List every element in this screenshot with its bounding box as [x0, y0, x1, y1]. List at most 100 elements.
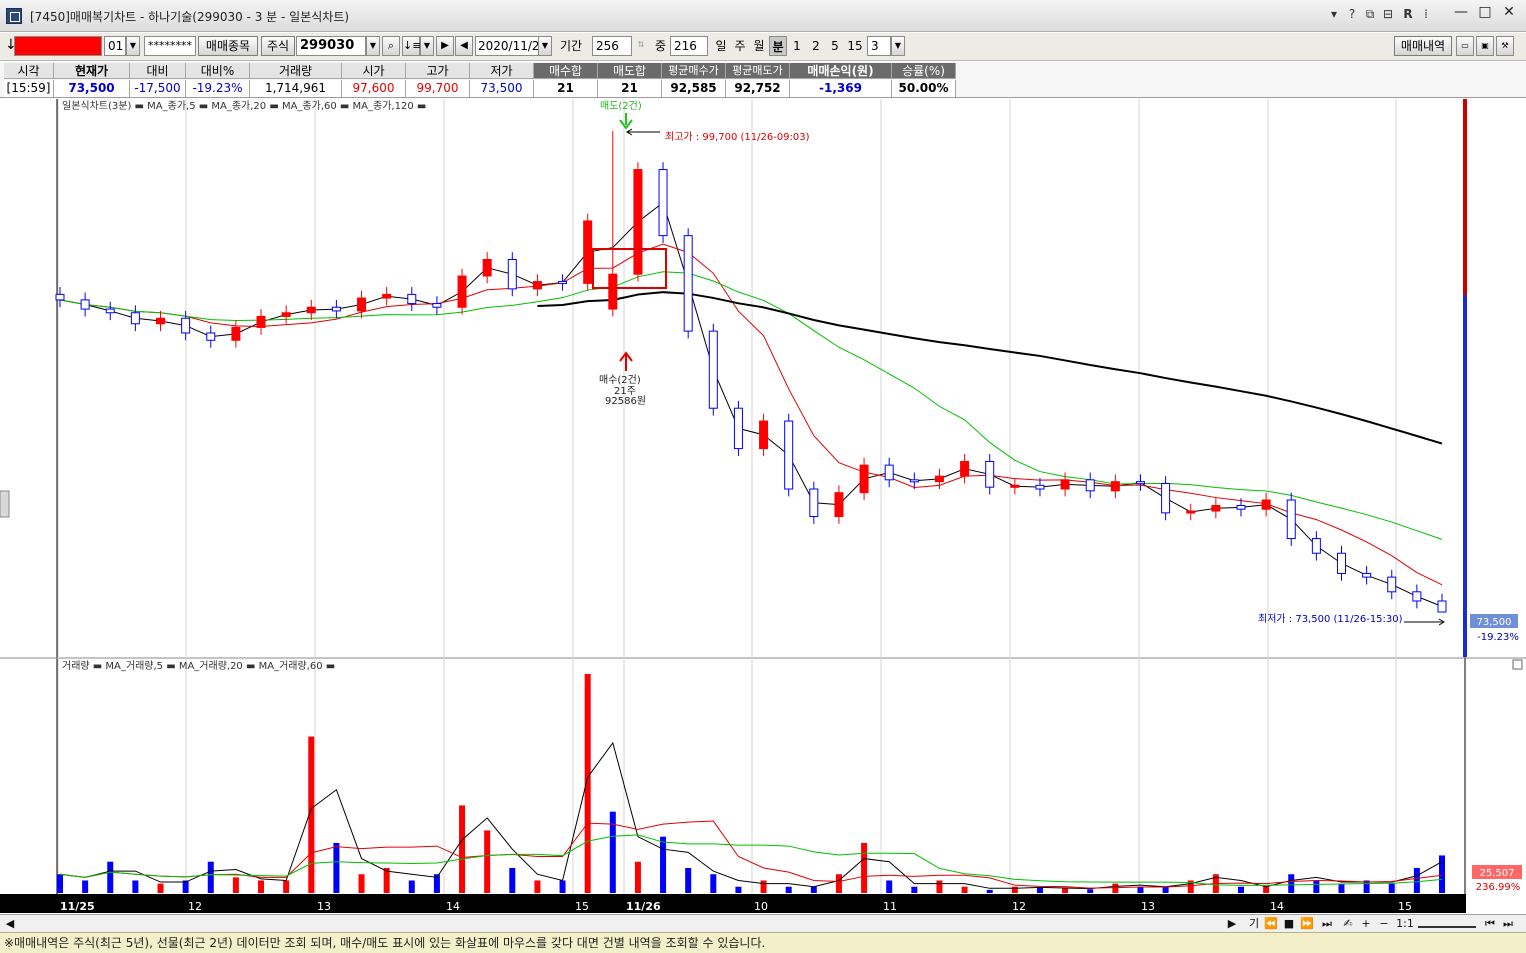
zoom-in-icon[interactable]: + — [1360, 916, 1372, 932]
code-input[interactable]: 299030 — [296, 36, 366, 56]
volume-bar — [634, 861, 641, 893]
value-change: -17,500 — [130, 80, 186, 97]
account-dropdown[interactable]: ▼ — [126, 36, 140, 56]
candle-body — [357, 297, 367, 312]
volume-bar — [283, 880, 290, 893]
date-dropdown[interactable]: ▼ — [538, 36, 552, 56]
header-high: 고가 — [406, 63, 470, 79]
volume-bar — [132, 880, 139, 893]
volume-bar — [1439, 855, 1445, 893]
volume-bar — [559, 880, 566, 893]
minimize-button[interactable]: — — [1450, 4, 1472, 22]
volume-bar — [232, 877, 239, 893]
trade-items-button[interactable]: 매매종목 — [198, 36, 258, 56]
rewind-icon[interactable]: ⏪ — [1264, 916, 1278, 932]
volume-bar — [1162, 886, 1169, 893]
chart-type-icon[interactable]: 기 — [1248, 916, 1260, 932]
folder-icon[interactable]: ▭ — [1456, 36, 1474, 56]
volume-bar — [961, 886, 968, 893]
link-icon[interactable]: ⧉ — [1362, 7, 1378, 22]
sort-icon[interactable]: ↓≡ — [402, 36, 421, 56]
header-avg-sell: 평균매도가 — [726, 63, 790, 79]
next-button[interactable]: ▶ — [436, 36, 454, 56]
end-icon[interactable]: ⏮ — [1484, 916, 1496, 932]
x-axis — [0, 894, 1466, 913]
volume-bar — [785, 886, 792, 893]
candle-body — [382, 293, 392, 299]
chart-svg[interactable]: 일본식차트(3분) ▬ MA_종가,5 ▬ MA_종가,20 ▬ MA_종가,6… — [0, 99, 1526, 915]
period-input[interactable]: 256 — [592, 36, 632, 56]
value-winrate: 50.00% — [892, 80, 956, 97]
candle-body — [1336, 552, 1346, 574]
maximize-button[interactable]: □ — [1474, 4, 1496, 22]
start-icon[interactable]: ⏭ — [1502, 916, 1514, 932]
volume-bar — [1062, 887, 1069, 893]
collapse-handle[interactable] — [0, 490, 10, 518]
forward-icon[interactable]: ⏩ — [1300, 916, 1314, 932]
jung-input[interactable]: 216 — [670, 36, 708, 56]
period-15[interactable]: 15 — [845, 36, 865, 56]
close-button[interactable]: ✕ — [1498, 4, 1520, 22]
sort-dropdown[interactable]: ▼ — [420, 36, 434, 56]
period-week[interactable]: 주 — [731, 36, 749, 56]
period-2[interactable]: 2 — [807, 36, 825, 56]
date-input[interactable]: 2020/11/26 — [475, 36, 539, 56]
stop-icon[interactable]: ■ — [1282, 916, 1296, 932]
tools-icon[interactable]: ⚒ — [1496, 36, 1514, 56]
dropdown-icon[interactable]: ▾ — [1326, 7, 1342, 21]
panel-close-icon[interactable] — [1512, 659, 1523, 670]
period-1[interactable]: 1 — [788, 36, 806, 56]
value-current: 73,500 — [54, 80, 130, 97]
volume-bar — [484, 830, 491, 893]
volume-bar — [810, 886, 817, 893]
code-dropdown[interactable]: ▼ — [366, 36, 380, 56]
account-suffix-field[interactable]: 01 — [104, 36, 126, 56]
spin-icon[interactable]: ⇅ — [634, 36, 648, 56]
header-sell-total: 매도합 — [598, 63, 662, 79]
value-high: 99,700 — [406, 80, 470, 97]
x-axis-label: 14 — [446, 900, 460, 913]
candle-body — [1135, 481, 1145, 485]
fast-forward-icon[interactable]: ⏭ — [1320, 916, 1334, 932]
volume-bar — [936, 880, 943, 893]
candle-body — [1311, 538, 1321, 554]
zoom-out-icon[interactable]: − — [1378, 916, 1390, 932]
minute-input[interactable]: 3 — [867, 36, 891, 56]
app-icon — [6, 8, 22, 24]
x-axis-label: 11/26 — [626, 900, 661, 913]
market-button[interactable]: 주식 — [261, 36, 295, 56]
volume-bar — [710, 874, 717, 893]
refresh-icon[interactable]: R — [1400, 7, 1416, 21]
sell-marker-label: 매도(2건) — [600, 100, 642, 112]
buy-ratio-bar — [1463, 295, 1467, 657]
volume-bar — [157, 883, 164, 893]
candle-body — [934, 475, 944, 483]
search-icon[interactable]: ⌕ — [382, 36, 400, 56]
layout-icon[interactable]: ⊟ — [1380, 7, 1396, 21]
period-month[interactable]: 월 — [750, 36, 768, 56]
ratio-icon[interactable]: 1:1 — [1396, 916, 1414, 932]
scroll-bar[interactable]: ◀ ▶ 기 ⏪ ■ ⏩ ⏭ ✍ + − 1:1 ⏮ ⏭ — [0, 914, 1526, 932]
volume-pct-text: 236.99% — [1476, 882, 1521, 893]
minute-dropdown[interactable]: ▼ — [891, 36, 905, 56]
save-icon[interactable]: ▣ — [1476, 36, 1494, 56]
jung-label: 중 — [655, 39, 667, 53]
value-low: 73,500 — [470, 80, 534, 97]
trade-history-button[interactable]: 매매내역 — [1394, 36, 1452, 56]
draw-icon[interactable]: ✍ — [1340, 916, 1356, 932]
help-icon[interactable]: ? — [1344, 7, 1360, 21]
toolbar: ↓ 01 ▼ ******** 매매종목 주식 299030 ▼ ⌕ ↓≡ ▼ … — [0, 33, 1526, 61]
candle-body — [281, 312, 291, 317]
more-icon[interactable]: ⁞ — [1418, 7, 1434, 21]
password-field[interactable]: ******** — [144, 36, 196, 56]
scroll-left-icon[interactable]: ◀ — [4, 916, 16, 932]
period-5[interactable]: 5 — [826, 36, 844, 56]
candle-body — [457, 275, 467, 308]
prev-button[interactable]: ◀ — [455, 36, 473, 56]
account-field[interactable] — [14, 36, 102, 56]
zoom-slider[interactable] — [1418, 916, 1476, 928]
period-minute[interactable]: 분 — [769, 36, 787, 56]
chart-area[interactable]: 일본식차트(3분) ▬ MA_종가,5 ▬ MA_종가,20 ▬ MA_종가,6… — [0, 99, 1526, 915]
period-day[interactable]: 일 — [712, 36, 730, 56]
scroll-right-icon[interactable]: ▶ — [1226, 916, 1238, 932]
